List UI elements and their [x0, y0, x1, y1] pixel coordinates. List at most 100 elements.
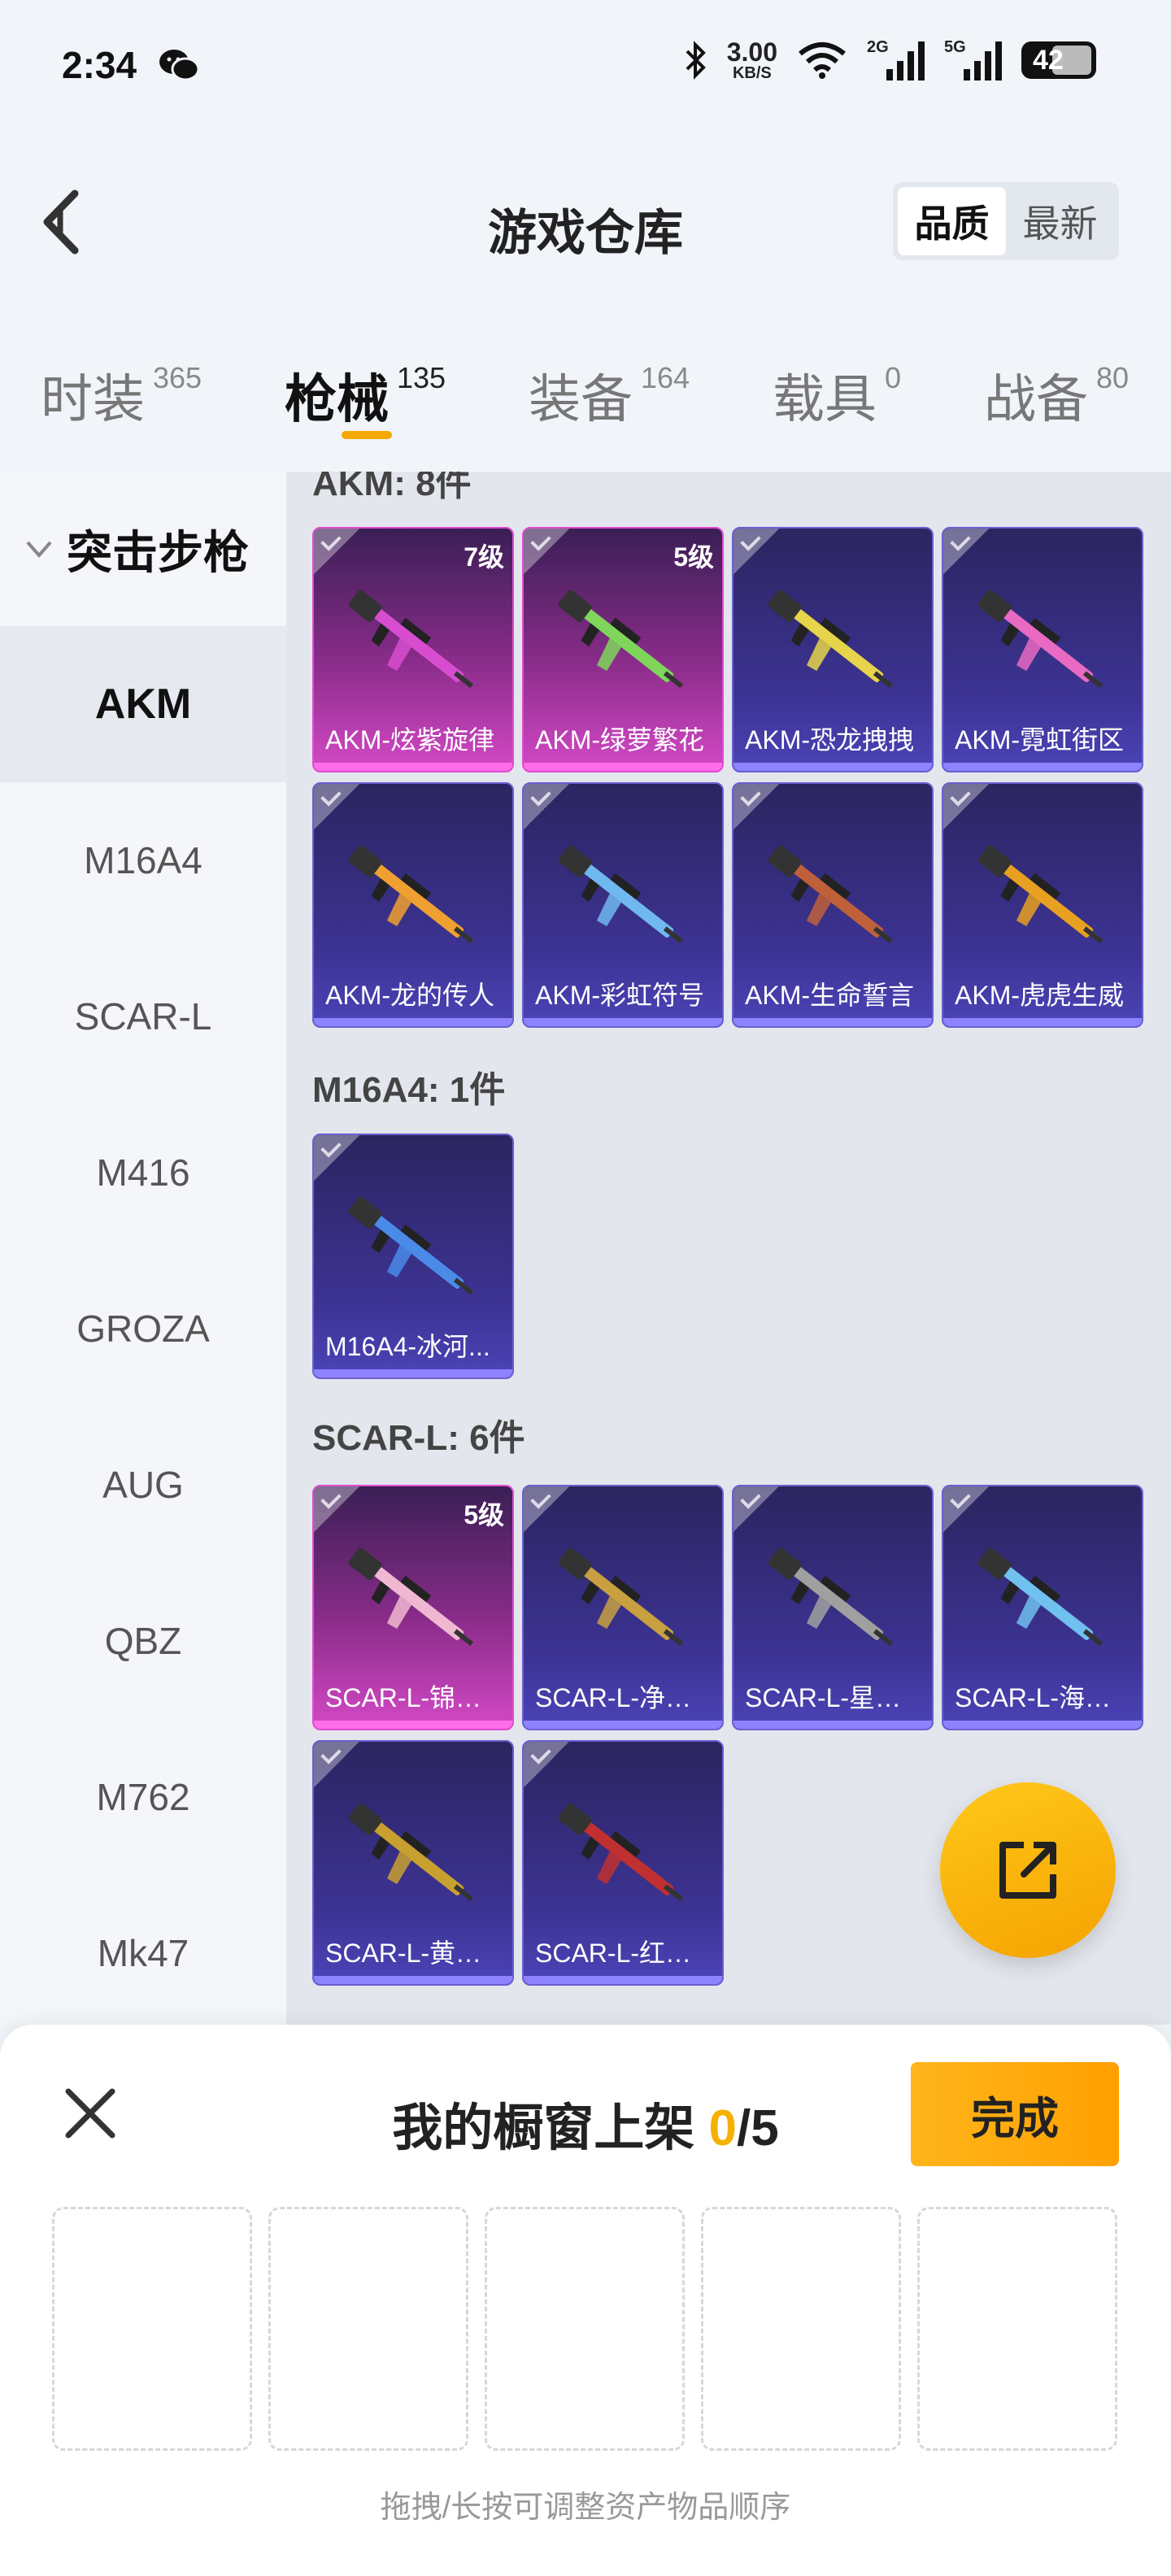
- showcase-slot[interactable]: [701, 2207, 901, 2451]
- weapon-skin-name: SCAR-L-净心...: [535, 1683, 713, 1712]
- weapon-skin-name: M16A4-冰河...: [325, 1332, 490, 1361]
- sidebar-item-m762[interactable]: M762: [0, 1719, 286, 1875]
- check-icon[interactable]: [943, 1486, 989, 1532]
- weapon-skin-card[interactable]: AKM-恐龙拽拽: [732, 527, 934, 772]
- share-button[interactable]: [940, 1782, 1116, 1958]
- rarity-bar: [314, 1369, 512, 1377]
- check-icon[interactable]: [943, 529, 989, 574]
- weapon-skin-card[interactable]: SCAR-L-红色...: [522, 1740, 724, 1986]
- weapon-type-sidebar: 突击步枪 AKM M16A4 SCAR-L M416 GROZA AUG QBZ…: [0, 472, 286, 2025]
- rarity-bar: [734, 1721, 932, 1729]
- weapon-skin-card[interactable]: 5级 SCAR-L-锦绣...: [312, 1485, 514, 1730]
- sidebar-item-groza[interactable]: GROZA: [0, 1251, 286, 1407]
- weapon-skin-card[interactable]: AKM-彩虹符号: [522, 782, 724, 1028]
- done-button[interactable]: 完成: [911, 2062, 1119, 2166]
- weapon-skin-card[interactable]: 7级 AKM-炫紫旋律: [312, 527, 514, 772]
- level-badge: 5级: [464, 1500, 504, 1530]
- weapon-skin-card[interactable]: AKM-霓虹街区: [942, 527, 1143, 772]
- rarity-bar: [734, 763, 932, 771]
- weapon-skin-name: AKM-龙的传人: [325, 981, 495, 1010]
- weapon-skin-card[interactable]: M16A4-冰河...: [312, 1134, 514, 1379]
- drag-hint: 拖拽/长按可调整资产物品顺序: [380, 2491, 791, 2525]
- showcase-slot[interactable]: [917, 2207, 1117, 2451]
- check-icon[interactable]: [524, 1486, 569, 1532]
- weapon-skin-card[interactable]: SCAR-L-黄金...: [312, 1740, 514, 1986]
- sort-newest-button[interactable]: 最新: [1006, 187, 1114, 255]
- rifle-icon: [348, 845, 474, 944]
- wechat-icon: [159, 50, 200, 81]
- rifle-icon: [348, 1547, 474, 1647]
- sidebar-item-scar-l[interactable]: SCAR-L: [0, 938, 286, 1094]
- showcase-slot[interactable]: [485, 2207, 685, 2451]
- level-badge: 7级: [464, 542, 504, 572]
- weapon-skin-card[interactable]: AKM-虎虎生威: [942, 782, 1143, 1028]
- rarity-bar: [314, 1976, 512, 1984]
- check-icon[interactable]: [314, 1742, 359, 1787]
- rifle-icon: [348, 1196, 474, 1295]
- sidebar-item-m16a4[interactable]: M16A4: [0, 782, 286, 938]
- battery-icon: 42: [1021, 41, 1096, 79]
- tab-equipment[interactable]: 装备 164: [529, 358, 690, 433]
- rarity-bar: [524, 1018, 722, 1026]
- section-title-akm: AKM: 8件: [312, 472, 472, 503]
- weapon-skin-card[interactable]: SCAR-L-星途...: [732, 1485, 934, 1730]
- sidebar-item-qbz[interactable]: QBZ: [0, 1563, 286, 1719]
- check-icon[interactable]: [734, 529, 779, 574]
- tab-guns[interactable]: 枪械 135: [285, 358, 446, 433]
- rarity-bar: [524, 763, 722, 771]
- check-icon[interactable]: [734, 1486, 779, 1532]
- weapon-skin-name: AKM-霓虹街区: [955, 725, 1125, 755]
- status-bar: 2:34 3.00 KB/S 2G 5G 42: [0, 0, 1171, 130]
- showcase-slot[interactable]: [52, 2207, 252, 2451]
- tab-supplies[interactable]: 战备 80: [984, 358, 1129, 433]
- rarity-bar: [314, 1018, 512, 1026]
- sidebar-item-mk47[interactable]: Mk47: [0, 1875, 286, 2031]
- check-icon[interactable]: [943, 784, 989, 829]
- check-icon[interactable]: [524, 529, 569, 574]
- sidebar-category[interactable]: 突击步枪: [0, 472, 286, 626]
- rarity-bar: [524, 1721, 722, 1729]
- active-tab-indicator: [342, 431, 392, 439]
- sidebar-item-akm[interactable]: AKM: [0, 626, 286, 782]
- cell-signal-2-icon: 5G: [944, 38, 1002, 80]
- section-title-m16a4: M16A4: 1件: [312, 1070, 506, 1110]
- tab-fashion[interactable]: 时装 365: [41, 358, 202, 433]
- weapon-skin-card[interactable]: 5级 AKM-绿萝繁花: [522, 527, 724, 772]
- check-icon[interactable]: [314, 529, 359, 574]
- check-icon[interactable]: [314, 784, 359, 829]
- weapon-skin-card[interactable]: SCAR-L-净心...: [522, 1485, 724, 1730]
- sort-quality-button[interactable]: 品质: [898, 187, 1006, 255]
- rifle-icon: [558, 845, 684, 944]
- rifle-icon: [977, 1547, 1104, 1647]
- status-time: 2:34: [62, 44, 137, 86]
- rifle-icon: [768, 1547, 894, 1647]
- status-right: 3.00 KB/S 2G 5G 42: [683, 38, 1096, 81]
- chevron-down-icon: [26, 541, 52, 559]
- header: 游戏仓库 品质 最新: [0, 163, 1171, 276]
- check-icon[interactable]: [314, 1135, 359, 1181]
- weapon-skin-name: SCAR-L-海盐...: [955, 1683, 1133, 1712]
- showcase-slot[interactable]: [268, 2207, 468, 2451]
- rarity-bar: [314, 1721, 512, 1729]
- check-icon[interactable]: [524, 1742, 569, 1787]
- check-icon[interactable]: [734, 784, 779, 829]
- rarity-bar: [943, 1721, 1142, 1729]
- weapon-skin-name: SCAR-L-黄金...: [325, 1939, 503, 1968]
- weapon-skin-card[interactable]: AKM-生命誓言: [732, 782, 934, 1028]
- check-icon[interactable]: [314, 1486, 359, 1532]
- weapon-skin-card[interactable]: SCAR-L-海盐...: [942, 1485, 1143, 1730]
- check-icon[interactable]: [524, 784, 569, 829]
- sidebar-item-m416[interactable]: M416: [0, 1094, 286, 1251]
- rifle-icon: [768, 590, 894, 689]
- rifle-icon: [558, 1547, 684, 1647]
- weapon-skin-name: SCAR-L-星途...: [745, 1683, 923, 1712]
- tab-vehicles[interactable]: 载具 0: [773, 358, 901, 433]
- weapon-skin-card[interactable]: AKM-龙的传人: [312, 782, 514, 1028]
- rarity-bar: [734, 1018, 932, 1026]
- bluetooth-icon: [686, 41, 706, 80]
- rarity-bar: [943, 763, 1142, 771]
- weapon-skin-name: AKM-彩虹符号: [535, 981, 705, 1010]
- share-icon: [999, 1842, 1056, 1899]
- cell-signal-1-icon: 2G: [867, 38, 925, 80]
- sidebar-item-aug[interactable]: AUG: [0, 1407, 286, 1563]
